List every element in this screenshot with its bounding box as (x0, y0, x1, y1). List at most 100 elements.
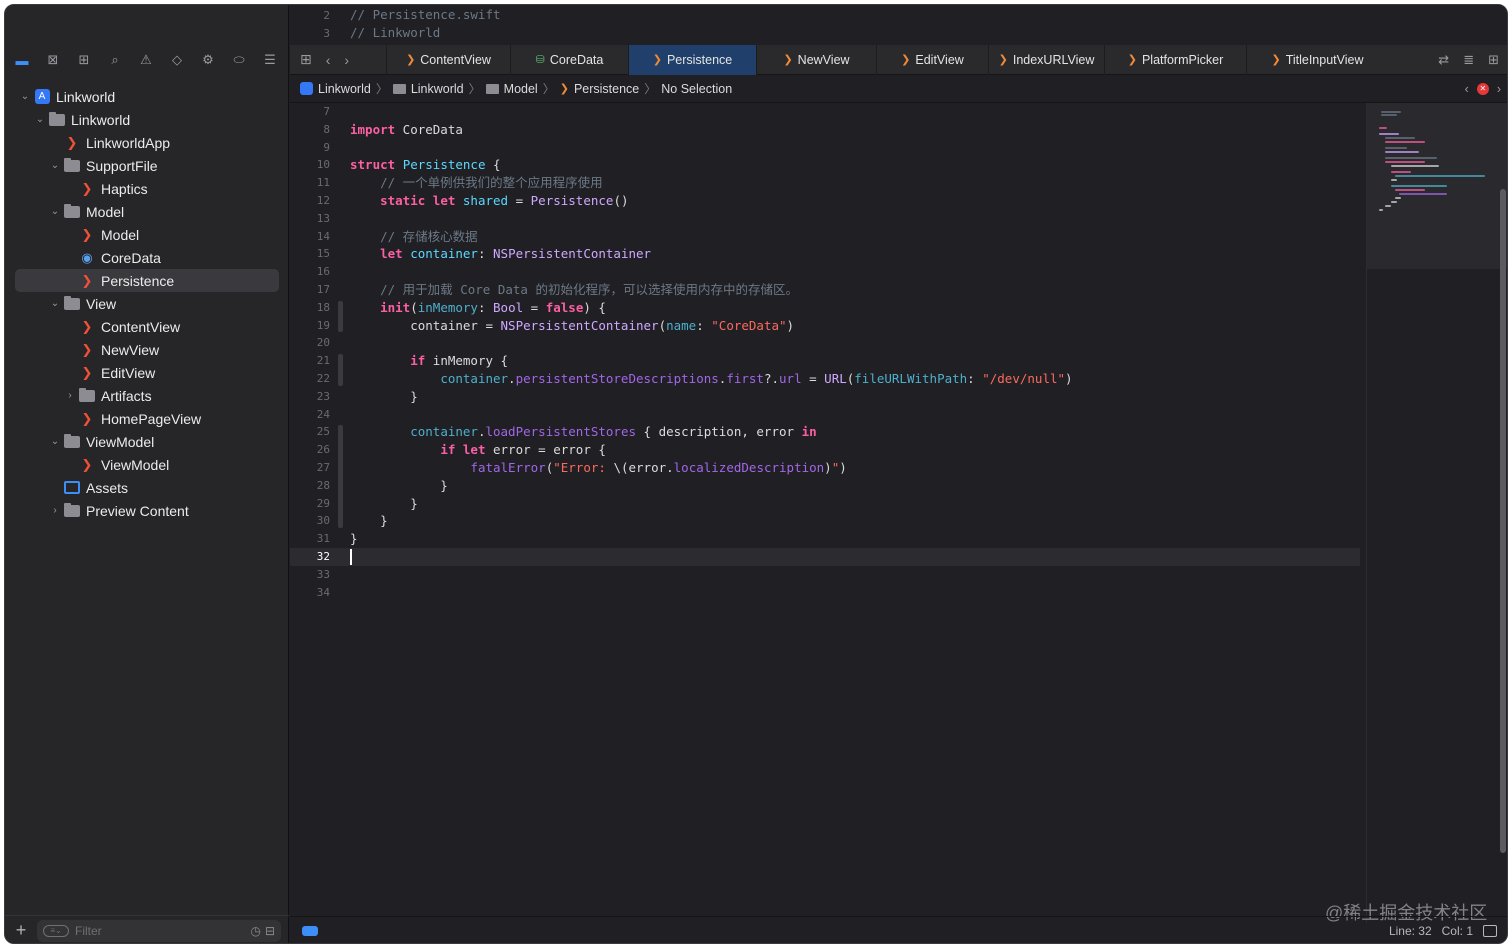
symbol-icon[interactable]: ⊞ (75, 51, 93, 69)
code-line[interactable]: 21 if inMemory { (290, 352, 1360, 370)
code-area[interactable]: 7 8 import CoreData 9 10 struct Persistence {… (290, 103, 1360, 601)
code-line[interactable]: 15 let container: NSPersistentContainer (290, 245, 1360, 263)
disclosure-chevron-icon[interactable]: ⌄ (49, 206, 61, 217)
disclosure-chevron-icon[interactable]: ⌄ (49, 436, 61, 447)
tree-item[interactable]: ❯ Model (15, 223, 279, 246)
code-folding-ribbon[interactable] (338, 300, 343, 333)
tab-titleinputview[interactable]: ❯ TitleInputView (1246, 44, 1388, 75)
tree-item[interactable]: ⌄ View (15, 292, 279, 315)
code-line[interactable]: 28 } (290, 477, 1360, 495)
tree-item[interactable]: ❯ EditView (15, 361, 279, 384)
breadcrumb-item[interactable]: Linkworld (411, 82, 464, 96)
tree-item[interactable]: ❯ Persistence (15, 269, 279, 292)
report-icon[interactable]: ☰ (261, 51, 279, 69)
editor-options-icon[interactable]: ≣ (1463, 52, 1474, 68)
code-line[interactable]: 12 static let shared = Persistence() (290, 192, 1360, 210)
code-line[interactable]: 22 container.persistentStoreDescriptions… (290, 370, 1360, 388)
back-icon[interactable]: ‹ (326, 52, 331, 68)
tab-contentview[interactable]: ❯ ContentView (386, 44, 510, 75)
tree-item[interactable]: ❯ ContentView (15, 315, 279, 338)
next-issue-icon[interactable]: › (1497, 82, 1501, 96)
disclosure-chevron-icon[interactable]: ⌄ (49, 160, 61, 171)
code-line[interactable]: 16 (290, 263, 1360, 281)
code-line[interactable]: 30 } (290, 512, 1360, 530)
test-icon[interactable]: ◇ (168, 51, 186, 69)
breadcrumb-item[interactable]: Persistence (574, 82, 639, 96)
code-line[interactable]: 32 (290, 547, 1360, 566)
issue-icon[interactable]: ⚠ (137, 51, 155, 69)
tree-item[interactable]: ⌄ ViewModel (15, 430, 279, 453)
tab-platformpicker[interactable]: ❯ PlatformPicker (1104, 44, 1246, 75)
debug-area-toggle[interactable] (302, 926, 318, 936)
code-line[interactable]: 33 (290, 566, 1360, 584)
tab-newview[interactable]: ❯ NewView (756, 44, 876, 75)
tree-item[interactable]: ⌄ Model (15, 200, 279, 223)
tree-item[interactable]: ❯ ViewModel (15, 453, 279, 476)
tree-item[interactable]: ◉ CoreData (15, 246, 279, 269)
grid-icon[interactable]: ⊞ (300, 51, 312, 68)
breadcrumb-item[interactable]: Linkworld (318, 82, 371, 96)
code-token: CoreData (395, 121, 463, 137)
code-line[interactable]: 27 fatalError("Error: \(error.localizedD… (290, 459, 1360, 477)
tree-item[interactable]: ⌄ Linkworld (15, 108, 279, 131)
find-icon[interactable]: ⌕ (106, 51, 124, 69)
code-line[interactable]: 24 (290, 406, 1360, 424)
tab-indexurlview[interactable]: ❯ IndexURLView (988, 44, 1104, 75)
tree-item[interactable]: ❯ LinkworldApp (15, 131, 279, 154)
code-line[interactable]: 8 import CoreData (290, 121, 1360, 139)
error-icon[interactable]: ✕ (1476, 82, 1489, 95)
source-control-icon[interactable]: ⊠ (44, 51, 62, 69)
code-line[interactable]: 19 container = NSPersistentContainer(nam… (290, 317, 1360, 335)
code-line[interactable]: 14 // 存储核心数据 (290, 228, 1360, 246)
tree-item[interactable]: ❯ Haptics (15, 177, 279, 200)
tree-item[interactable]: › Artifacts (15, 384, 279, 407)
disclosure-chevron-icon[interactable]: ⌄ (34, 114, 46, 125)
code-line[interactable]: 7 (290, 103, 1360, 121)
recent-files-icon[interactable]: ◷ (250, 924, 260, 938)
code-folding-ribbon[interactable] (338, 425, 343, 529)
code-line[interactable]: 31} (290, 530, 1360, 548)
add-file-button[interactable]: + (9, 920, 33, 941)
code-line[interactable]: 10 struct Persistence { (290, 156, 1360, 174)
minimap[interactable] (1366, 103, 1507, 923)
source-control-filter-icon[interactable]: ⊟ (265, 924, 275, 938)
code-line[interactable]: 18 init(inMemory: Bool = false) { (290, 299, 1360, 317)
previous-issue-icon[interactable]: ‹ (1465, 82, 1469, 96)
tab-persistence[interactable]: ❯ Persistence (628, 44, 756, 75)
disclosure-chevron-icon[interactable]: ⌄ (19, 91, 31, 102)
disclosure-chevron-icon[interactable]: › (49, 505, 61, 516)
code-line[interactable]: 34 (290, 584, 1360, 602)
vertical-scrollbar[interactable] (1500, 189, 1506, 853)
debug-icon[interactable]: ⚙ (199, 51, 217, 69)
breakpoint-icon[interactable]: ⬭ (230, 51, 248, 69)
panel-toggle-icon[interactable] (1483, 925, 1497, 937)
code-line[interactable]: 29 } (290, 495, 1360, 513)
code-line[interactable]: 9 (290, 139, 1360, 157)
breadcrumb-item[interactable]: Model (504, 82, 538, 96)
tree-item[interactable]: ❯ HomePageView (15, 407, 279, 430)
tree-item[interactable]: ⌄ A Linkworld (15, 85, 279, 108)
code-line[interactable]: 17 // 用于加载 Core Data 的初始化程序，可以选择使用内存中的存储… (290, 281, 1360, 299)
disclosure-chevron-icon[interactable]: › (64, 390, 76, 401)
tree-item[interactable]: › Preview Content (15, 499, 279, 522)
code-line[interactable]: 11 // 一个单例供我们的整个应用程序使用 (290, 174, 1360, 192)
swap-icon[interactable]: ⇄ (1438, 52, 1449, 68)
filter-options-icon[interactable]: ≡⌄ (43, 924, 69, 937)
code-folding-ribbon[interactable] (338, 354, 343, 386)
code-line[interactable]: 26 if let error = error { (290, 441, 1360, 459)
tab-editview[interactable]: ❯ EditView (876, 44, 988, 75)
tree-item[interactable]: ⌄ SupportFile (15, 154, 279, 177)
forward-icon[interactable]: › (344, 52, 349, 68)
breadcrumb-item[interactable]: No Selection (661, 82, 732, 96)
split-editor-icon[interactable]: ⊞ (1488, 52, 1499, 68)
tab-coredata[interactable]: ⛁ CoreData (510, 44, 628, 75)
disclosure-chevron-icon[interactable]: ⌄ (49, 298, 61, 309)
tree-item[interactable]: Assets (15, 476, 279, 499)
filter-input[interactable]: ≡⌄ Filter ◷ ⊟ (37, 919, 281, 942)
code-line[interactable]: 13 (290, 210, 1360, 228)
folder-icon[interactable]: ▬ (13, 51, 31, 69)
code-line[interactable]: 23 } (290, 388, 1360, 406)
code-line[interactable]: 20 (290, 334, 1360, 352)
tree-item[interactable]: ❯ NewView (15, 338, 279, 361)
code-line[interactable]: 25 container.loadPersistentStores { desc… (290, 423, 1360, 441)
